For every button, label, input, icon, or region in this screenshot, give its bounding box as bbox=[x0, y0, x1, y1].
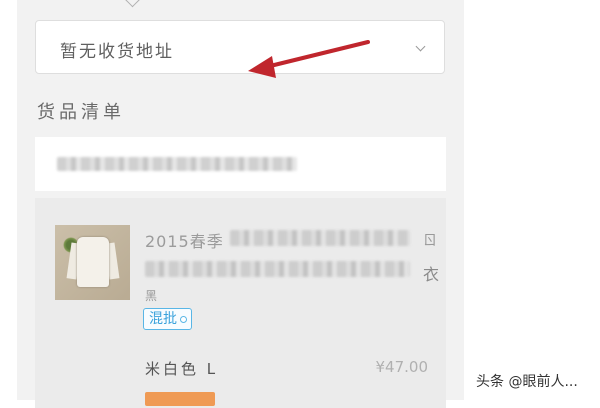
annotation-arrow bbox=[248, 40, 370, 78]
watermark: 头条 @眼前人... bbox=[476, 374, 578, 390]
